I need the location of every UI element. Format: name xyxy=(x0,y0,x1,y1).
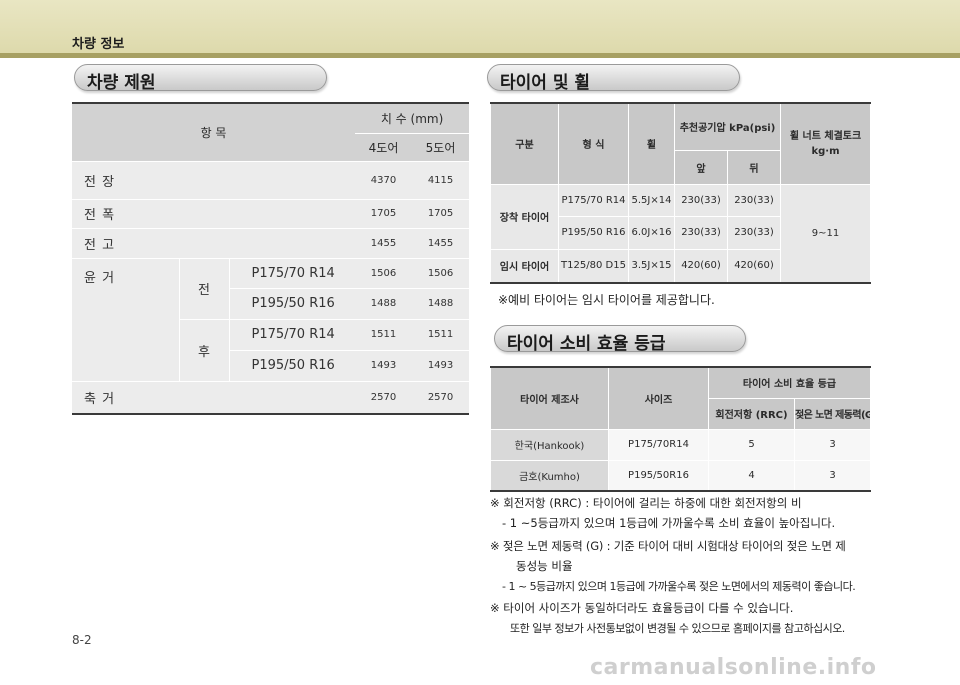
eff-rrc: 4 xyxy=(708,459,795,492)
spec-label: 전 폭 xyxy=(72,199,356,229)
spec-row-height: 전 고 1455 1455 xyxy=(72,228,470,259)
spec-value-5door: 1455 xyxy=(412,228,470,259)
spec-header-item: 항 목 xyxy=(72,102,356,162)
tw-class-installed: 장착 타이어 xyxy=(490,183,559,250)
tw-header-class: 구분 xyxy=(490,102,559,185)
spec-value-5door: 1493 xyxy=(412,350,470,382)
tw-pressure-front: 230(33) xyxy=(674,183,728,217)
tw-pressure-rear: 420(60) xyxy=(727,248,781,284)
spec-value-5door: 1506 xyxy=(412,258,470,289)
spec-value-4door: 1506 xyxy=(355,258,413,289)
tw-header-wheel: 휠 xyxy=(628,102,675,185)
tw-type: P175/70 R14 xyxy=(558,183,629,217)
spare-tire-note: ※예비 타이어는 임시 타이어를 제공합니다. xyxy=(498,293,715,307)
watermark: carmanualsonline.info xyxy=(590,655,877,680)
section-title-efficiency-text: 타이어 소비 효율 등급 xyxy=(507,334,666,354)
tw-header-front: 앞 xyxy=(674,149,728,185)
tw-pressure-rear: 230(33) xyxy=(727,215,781,250)
spec-header-5door: 5도어 xyxy=(412,133,470,162)
header-band xyxy=(0,0,960,55)
section-title-tire-text: 타이어 및 휠 xyxy=(500,73,591,93)
spec-value-4door: 2570 xyxy=(355,381,413,415)
tw-pressure-front: 420(60) xyxy=(674,248,728,284)
eff-g: 3 xyxy=(794,428,871,461)
spec-row-width: 전 폭 1705 1705 xyxy=(72,199,470,229)
eff-rrc: 5 xyxy=(708,428,795,461)
spec-value-4door: 1455 xyxy=(355,228,413,259)
spec-label: 축 거 xyxy=(72,381,356,415)
spec-value-4door: 1493 xyxy=(355,350,413,382)
header-rule xyxy=(0,53,960,58)
spec-value-5door: 4115 xyxy=(412,161,470,200)
note-wet-grip-cont: 동성능 비율 xyxy=(516,559,573,573)
eff-header-g: 젖은 노면 제동력(G) xyxy=(794,397,871,430)
eff-size: P195/50R16 xyxy=(608,459,709,492)
eff-header-size: 사이즈 xyxy=(608,366,709,430)
tw-wheel: 3.5J×15 xyxy=(628,248,675,284)
note-homepage: 또한 일부 정보가 사전통보없이 변경될 수 있으므로 홈페이지를 참고하십시오… xyxy=(510,622,845,635)
spec-value-5door: 1705 xyxy=(412,199,470,229)
spec-label-rear: 후 xyxy=(179,319,230,382)
note-rrc: ※ 회전저항 (RRC) : 타이어에 걸리는 하중에 대한 회전저항의 비 xyxy=(490,496,802,510)
eff-g: 3 xyxy=(794,459,871,492)
section-title-spec-text: 차량 제원 xyxy=(87,73,156,93)
spec-row-tread-f1: 윤 거 전 P175/70 R14 1506 1506 xyxy=(72,258,470,382)
spec-value-5door: 2570 xyxy=(412,381,470,415)
spec-value-4door: 4370 xyxy=(355,161,413,200)
spec-row-length: 전 장 4370 4115 xyxy=(72,161,470,200)
tw-wheel: 6.0J×16 xyxy=(628,215,675,250)
note-size: ※ 타이어 사이즈가 동일하더라도 효율등급이 다를 수 있습니다. xyxy=(490,601,794,615)
spec-tire-size: P195/50 R16 xyxy=(229,350,356,382)
section-title-efficiency: 타이어 소비 효율 등급 xyxy=(494,325,746,354)
spec-row-wheelbase: 축 거 2570 2570 xyxy=(72,381,470,415)
spec-value-4door: 1488 xyxy=(355,288,413,320)
tw-row: 장착 타이어 P175/70 R14 5.5J×14 230(33) 230(3… xyxy=(490,183,871,284)
spec-table: 항 목 치 수 (mm) 4도어 5도어 전 장 4370 4115 전 폭 1… xyxy=(72,102,470,415)
eff-header-grade: 타이어 소비 효율 등급 xyxy=(708,366,871,399)
section-title-tire: 타이어 및 휠 xyxy=(487,64,740,93)
tw-wheel: 5.5J×14 xyxy=(628,183,675,217)
spec-tire-size: P175/70 R14 xyxy=(229,319,356,351)
eff-size: P175/70R14 xyxy=(608,428,709,461)
eff-maker: 금호(Kumho) xyxy=(490,459,609,492)
tw-header-torque: 휠 너트 체결토크 kg·m xyxy=(780,102,871,185)
spec-tire-size: P175/70 R14 xyxy=(229,258,356,289)
spec-tire-size: P195/50 R16 xyxy=(229,288,356,320)
eff-row: 한국(Hankook) P175/70R14 5 3 xyxy=(490,428,871,461)
spec-value-4door: 1705 xyxy=(355,199,413,229)
tw-pressure-rear: 230(33) xyxy=(727,183,781,217)
tw-type: T125/80 D15 xyxy=(558,248,629,284)
page-number: 8-2 xyxy=(72,633,92,647)
eff-header-maker: 타이어 제조사 xyxy=(490,366,609,430)
spec-label-front: 전 xyxy=(179,258,230,320)
tw-header-type: 형 식 xyxy=(558,102,629,185)
spec-header-4door: 4도어 xyxy=(355,133,413,162)
spec-value-4door: 1511 xyxy=(355,319,413,351)
spec-label: 전 장 xyxy=(72,161,356,200)
note-wet-grip-detail: - 1 ~ 5등급까지 있으며 1등급에 가까울수록 젖은 노면에서의 제동력이… xyxy=(502,580,856,593)
eff-row: 금호(Kumho) P195/50R16 4 3 xyxy=(490,459,871,492)
spec-header-dim: 치 수 (mm) xyxy=(355,102,470,134)
spec-value-5door: 1488 xyxy=(412,288,470,320)
tw-torque-value: 9~11 xyxy=(780,183,871,284)
tw-class-temporary: 임시 타이어 xyxy=(490,248,559,284)
note-wet-grip: ※ 젖은 노면 제동력 (G) : 기준 타이어 대비 시험대상 타이어의 젖은… xyxy=(490,539,846,553)
eff-maker: 한국(Hankook) xyxy=(490,428,609,461)
tw-header-rear: 뒤 xyxy=(727,149,781,185)
section-title-spec: 차량 제원 xyxy=(74,64,327,93)
spec-value-5door: 1511 xyxy=(412,319,470,351)
spec-label-tread: 윤 거 xyxy=(72,258,180,382)
header-title: 차량 정보 xyxy=(72,37,125,52)
spec-label: 전 고 xyxy=(72,228,356,259)
tire-wheel-table: 구분 형 식 휠 추천공기압 kPa(psi) 휠 너트 체결토크 kg·m 앞… xyxy=(490,102,871,284)
tw-type: P195/50 R16 xyxy=(558,215,629,250)
efficiency-table: 타이어 제조사 사이즈 타이어 소비 효율 등급 회전저항 (RRC) 젖은 노… xyxy=(490,366,871,492)
tw-pressure-front: 230(33) xyxy=(674,215,728,250)
eff-header-rrc: 회전저항 (RRC) xyxy=(708,397,795,430)
note-rrc-detail: - 1 ~5등급까지 있으며 1등급에 가까울수록 소비 효율이 높아집니다. xyxy=(502,516,836,530)
tw-header-pressure: 추천공기압 kPa(psi) xyxy=(674,102,781,151)
